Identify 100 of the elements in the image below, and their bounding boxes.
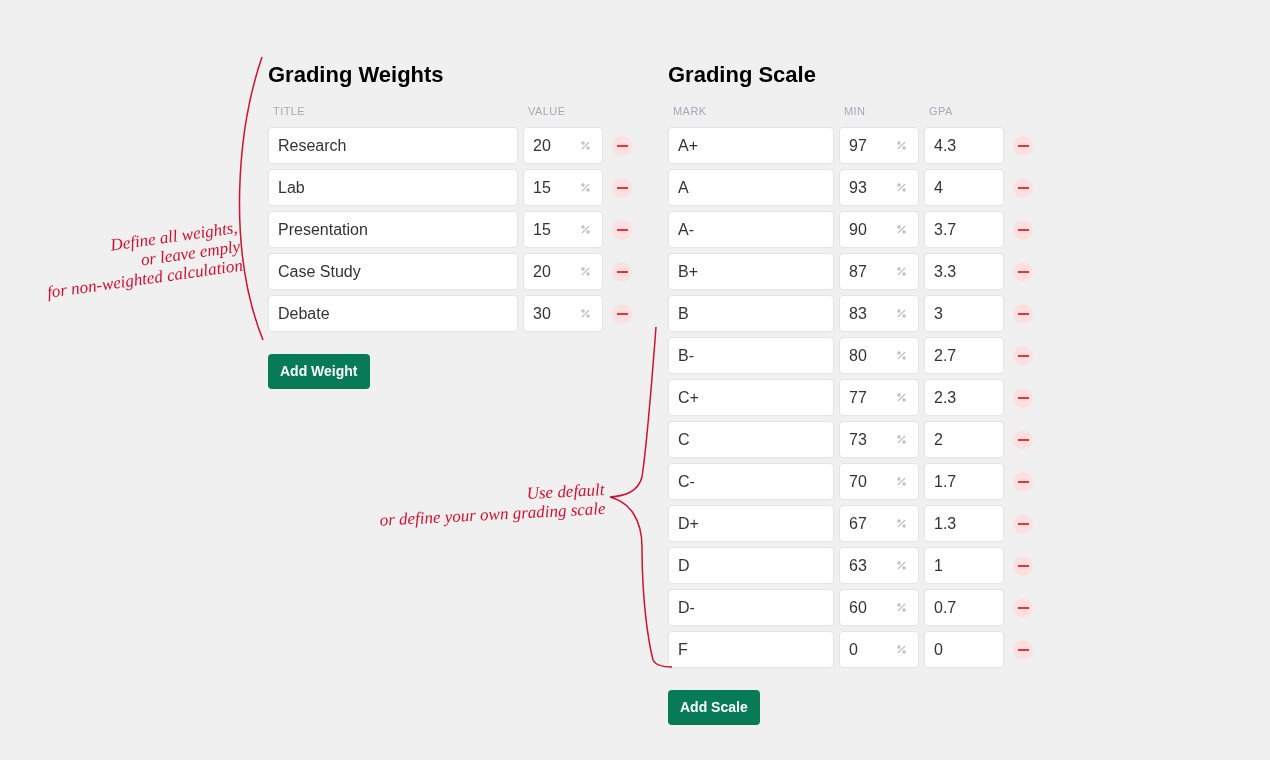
percent-icon xyxy=(580,182,591,193)
percent-field[interactable]: 30 xyxy=(523,295,603,332)
column-header: TITLE xyxy=(273,105,306,117)
text-field[interactable]: 2 xyxy=(924,421,1004,458)
percent-field[interactable]: 97 xyxy=(839,127,919,164)
minus-icon xyxy=(1017,522,1029,525)
remove-button[interactable] xyxy=(612,219,632,240)
text-field[interactable]: 3 xyxy=(924,295,1004,332)
text-field[interactable]: B- xyxy=(668,337,834,374)
percent-icon xyxy=(896,476,907,487)
percent-field[interactable]: 90 xyxy=(839,211,919,248)
minus-icon xyxy=(1017,396,1029,399)
text-field[interactable]: 3.3 xyxy=(924,253,1004,290)
remove-button[interactable] xyxy=(1013,177,1033,198)
text-field[interactable]: A+ xyxy=(668,127,834,164)
text-field[interactable]: B+ xyxy=(668,253,834,290)
text-field[interactable]: 2.3 xyxy=(924,379,1004,416)
percent-icon xyxy=(896,182,907,193)
remove-button[interactable] xyxy=(1013,345,1033,366)
text-field[interactable]: C- xyxy=(668,463,834,500)
text-field[interactable]: 2.7 xyxy=(924,337,1004,374)
minus-icon xyxy=(1017,564,1029,567)
remove-button[interactable] xyxy=(1013,597,1033,618)
percent-field[interactable]: 63 xyxy=(839,547,919,584)
text-field[interactable]: Case Study xyxy=(268,253,518,290)
text-field[interactable]: B xyxy=(668,295,834,332)
text-field[interactable]: C xyxy=(668,421,834,458)
remove-button[interactable] xyxy=(612,177,632,198)
remove-button[interactable] xyxy=(1013,261,1033,282)
text-field[interactable]: 4.3 xyxy=(924,127,1004,164)
column-header: GPA xyxy=(929,105,953,117)
text-field[interactable]: 0 xyxy=(924,631,1004,668)
percent-icon xyxy=(896,434,907,445)
percent-icon xyxy=(896,350,907,361)
minus-icon xyxy=(616,312,628,315)
column-header: VALUE xyxy=(528,105,566,117)
minus-icon xyxy=(1017,354,1029,357)
text-field[interactable]: D- xyxy=(668,589,834,626)
text-field[interactable]: D xyxy=(668,547,834,584)
handwritten-note: Use default or define your own grading scale xyxy=(378,480,606,532)
minus-icon xyxy=(1017,480,1029,483)
percent-field[interactable]: 73 xyxy=(839,421,919,458)
remove-button[interactable] xyxy=(1013,555,1033,576)
minus-icon xyxy=(1017,648,1029,651)
remove-button[interactable] xyxy=(612,135,632,156)
minus-icon xyxy=(1017,228,1029,231)
text-field[interactable]: D+ xyxy=(668,505,834,542)
percent-field[interactable]: 80 xyxy=(839,337,919,374)
handwritten-note: Define all weights, or leave emply for non-weighted calculation xyxy=(44,218,244,304)
percent-field[interactable]: 15 xyxy=(523,211,603,248)
remove-button[interactable] xyxy=(612,303,632,324)
text-field[interactable]: Lab xyxy=(268,169,518,206)
add-button[interactable]: Add Scale xyxy=(668,690,760,725)
percent-field[interactable]: 87 xyxy=(839,253,919,290)
minus-icon xyxy=(616,144,628,147)
text-field[interactable]: F xyxy=(668,631,834,668)
percent-field[interactable]: 60 xyxy=(839,589,919,626)
remove-button[interactable] xyxy=(1013,639,1033,660)
minus-icon xyxy=(1017,312,1029,315)
minus-icon xyxy=(1017,270,1029,273)
text-field[interactable]: 4 xyxy=(924,169,1004,206)
text-field[interactable]: C+ xyxy=(668,379,834,416)
minus-icon xyxy=(1017,186,1029,189)
remove-button[interactable] xyxy=(1013,303,1033,324)
remove-button[interactable] xyxy=(1013,513,1033,534)
minus-icon xyxy=(1017,438,1029,441)
percent-field[interactable]: 77 xyxy=(839,379,919,416)
remove-button[interactable] xyxy=(1013,429,1033,450)
percent-field[interactable]: 70 xyxy=(839,463,919,500)
text-field[interactable]: 3.7 xyxy=(924,211,1004,248)
percent-icon xyxy=(896,308,907,319)
remove-button[interactable] xyxy=(1013,135,1033,156)
text-field[interactable]: Research xyxy=(268,127,518,164)
percent-icon xyxy=(896,602,907,613)
percent-icon xyxy=(580,224,591,235)
text-field[interactable]: 0.7 xyxy=(924,589,1004,626)
percent-icon xyxy=(896,644,907,655)
column-header: MIN xyxy=(844,105,866,117)
text-field[interactable]: A- xyxy=(668,211,834,248)
percent-field[interactable]: 0 xyxy=(839,631,919,668)
percent-icon xyxy=(580,308,591,319)
remove-button[interactable] xyxy=(1013,471,1033,492)
text-field[interactable]: Presentation xyxy=(268,211,518,248)
text-field[interactable]: 1.3 xyxy=(924,505,1004,542)
percent-field[interactable]: 67 xyxy=(839,505,919,542)
percent-field[interactable]: 83 xyxy=(839,295,919,332)
text-field[interactable]: 1 xyxy=(924,547,1004,584)
text-field[interactable]: 1.7 xyxy=(924,463,1004,500)
percent-field[interactable]: 20 xyxy=(523,253,603,290)
percent-icon xyxy=(896,140,907,151)
percent-icon xyxy=(580,266,591,277)
percent-field[interactable]: 93 xyxy=(839,169,919,206)
percent-field[interactable]: 20 xyxy=(523,127,603,164)
text-field[interactable]: A xyxy=(668,169,834,206)
remove-button[interactable] xyxy=(1013,387,1033,408)
add-button[interactable]: Add Weight xyxy=(268,354,370,389)
remove-button[interactable] xyxy=(612,261,632,282)
remove-button[interactable] xyxy=(1013,219,1033,240)
text-field[interactable]: Debate xyxy=(268,295,518,332)
percent-field[interactable]: 15 xyxy=(523,169,603,206)
